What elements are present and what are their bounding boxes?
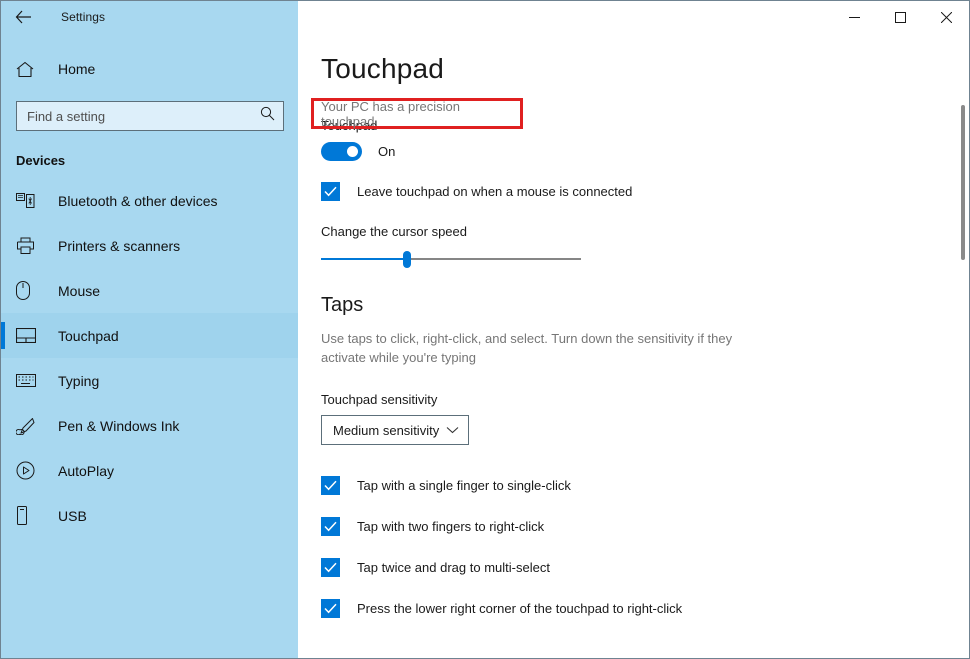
slider-thumb[interactable] [402,251,411,268]
title-bar-left-area: Settings [1,1,298,33]
vertical-scrollbar[interactable] [957,33,969,658]
autoplay-icon [16,461,42,480]
sidebar-item-label: Bluetooth & other devices [58,192,218,209]
scrollbar-thumb[interactable] [961,105,965,260]
tap-single-finger-checkbox[interactable] [321,476,340,495]
sidebar-item-label: Printers & scanners [58,237,181,254]
touchpad-toggle-state: On [378,144,396,159]
tap-twice-drag-row[interactable]: Tap twice and drag to multi-select [321,558,969,577]
sidebar-item-label: Typing [58,372,100,389]
chevron-down-icon [446,421,459,439]
window-controls [831,1,969,33]
tap-two-fingers-label: Tap with two fingers to right-click [357,519,545,534]
taps-section-heading: Taps [321,294,364,316]
maximize-button[interactable] [877,1,923,33]
sidebar-item-pen-windows-ink[interactable]: Pen & Windows Ink [1,403,298,448]
sidebar-item-bluetooth-other-devices[interactable]: Bluetooth & other devices [1,178,298,223]
back-arrow-icon [15,10,32,24]
touchpad-toggle-row: On [321,142,969,161]
sidebar-item-mouse[interactable]: Mouse [1,268,298,313]
sidebar-item-touchpad[interactable]: Touchpad [1,313,298,358]
search-input[interactable] [17,103,247,129]
sidebar: Home Devices Bluetooth & other [1,33,298,658]
cursor-speed-label: Change the cursor speed [321,224,467,239]
close-button[interactable] [923,1,969,33]
keyboard-icon [16,374,42,387]
tap-single-finger-label: Tap with a single finger to single-click [357,478,571,493]
sidebar-item-label: Pen & Windows Ink [58,417,180,434]
pen-icon [16,417,42,435]
sidebar-item-label: USB [58,507,87,524]
sidebar-item-printers-scanners[interactable]: Printers & scanners [1,223,298,268]
precision-touchpad-text: Your PC has a precision touchpad. [321,98,460,129]
printer-icon [16,237,42,255]
tap-single-finger-row[interactable]: Tap with a single finger to single-click [321,476,969,495]
home-label: Home [58,61,96,77]
page-title: Touchpad [321,53,445,84]
tap-two-fingers-row[interactable]: Tap with two fingers to right-click [321,517,969,536]
title-bar: Settings [1,1,969,33]
cursor-speed-slider[interactable] [321,248,581,270]
sidebar-item-typing[interactable]: Typing [1,358,298,403]
back-button[interactable] [1,1,45,33]
touchpad-sensitivity-label: Touchpad sensitivity [321,392,438,407]
leave-touchpad-on-checkbox-row[interactable]: Leave touchpad on when a mouse is connec… [321,182,969,201]
search-icon[interactable] [260,106,275,126]
home-icon [16,61,42,78]
toggle-knob [347,146,358,157]
slider-fill [321,258,407,260]
tap-twice-drag-checkbox[interactable] [321,558,340,577]
usb-icon [16,506,42,525]
leave-touchpad-on-label: Leave touchpad on when a mouse is connec… [357,184,633,199]
bluetooth-devices-icon [16,192,42,209]
precision-touchpad-callout: Your PC has a precision touchpad. [311,98,523,129]
app-title: Settings [61,10,106,24]
tap-twice-drag-label: Tap twice and drag to multi-select [357,560,550,575]
sidebar-section-title: Devices [16,153,66,168]
search-box[interactable] [16,101,284,131]
sidebar-item-usb[interactable]: USB [1,493,298,538]
press-lower-right-corner-row[interactable]: Press the lower right corner of the touc… [321,599,969,618]
settings-window: Settings Home Find a setting Devices Blu… [0,0,970,659]
sidebar-item-label: Mouse [58,282,101,299]
mouse-icon [16,281,42,300]
touchpad-sensitivity-dropdown[interactable]: Medium sensitivity [321,415,469,445]
sidebar-item-label: AutoPlay [58,462,115,479]
main-content: Touchpad Your PC has a precision touchpa… [299,33,969,658]
minimize-button[interactable] [831,1,877,33]
touchpad-sensitivity-value: Medium sensitivity [333,422,440,438]
leave-touchpad-on-checkbox[interactable] [321,182,340,201]
touchpad-toggle[interactable] [321,142,362,161]
taps-section-description: Use taps to click, right-click, and sele… [321,331,733,365]
press-lower-right-corner-checkbox[interactable] [321,599,340,618]
tap-two-fingers-checkbox[interactable] [321,517,340,536]
sidebar-item-home[interactable]: Home [1,49,298,89]
sidebar-item-autoplay[interactable]: AutoPlay [1,448,298,493]
touchpad-icon [16,328,42,343]
press-lower-right-corner-label: Press the lower right corner of the touc… [357,601,683,616]
sidebar-item-label: Touchpad [58,327,119,344]
